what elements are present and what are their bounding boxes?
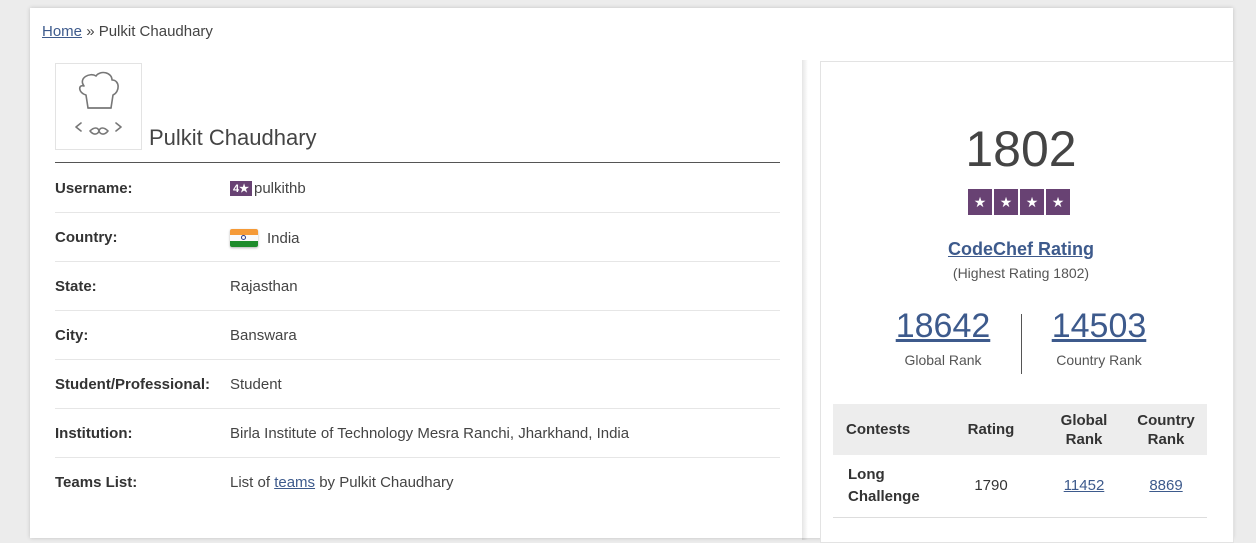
student-professional-row: Student/Professional: Student xyxy=(55,360,780,409)
username-row: Username: 4★ pulkithb xyxy=(55,164,780,213)
col-header-country-rank: Country Rank xyxy=(1125,404,1207,455)
username-value: pulkithb xyxy=(253,180,306,197)
table-row: Long Challenge 1790 11452 8869 xyxy=(833,455,1207,518)
country-value-wrap: India xyxy=(230,229,300,247)
teams-list-row: Teams List: List of teams by Pulkit Chau… xyxy=(55,458,780,506)
city-label: City: xyxy=(55,327,89,344)
contest-rating: 1790 xyxy=(939,455,1043,518)
city-row: City: Banswara xyxy=(55,311,780,360)
table-header-row: Contests Rating Global Rank Country Rank xyxy=(833,404,1207,455)
contest-ratings-table: Contests Rating Global Rank Country Rank… xyxy=(833,404,1207,518)
student-professional-value: Student xyxy=(230,376,282,393)
panel-shadow xyxy=(802,60,808,540)
star-icon: ★ xyxy=(1020,189,1044,215)
student-professional-label: Student/Professional: xyxy=(55,376,211,393)
rating-number: 1802 xyxy=(965,121,1077,177)
avatar xyxy=(55,63,142,150)
teams-list-label: Teams List: xyxy=(55,474,138,491)
col-header-rating: Rating xyxy=(939,404,1043,455)
breadcrumb-home-link[interactable]: Home xyxy=(42,23,82,40)
chef-avatar-icon xyxy=(75,71,122,135)
institution-row: Institution: Birla Institute of Technolo… xyxy=(55,409,780,458)
breadcrumb-current: Pulkit Chaudhary xyxy=(98,23,213,40)
star-rating-badge: 4★ xyxy=(230,181,252,196)
country-rank-box: 14503 Country Rank xyxy=(999,307,1199,368)
user-full-name: Pulkit Chaudhary xyxy=(149,125,317,150)
header-divider xyxy=(55,162,780,163)
contest-country-rank-link[interactable]: 8869 xyxy=(1149,477,1182,494)
contest-country-rank-cell: 8869 xyxy=(1125,455,1207,518)
india-flag-icon xyxy=(230,229,258,247)
country-label: Country: xyxy=(55,229,118,246)
col-header-contests: Contests xyxy=(833,404,939,455)
star-icon: ★ xyxy=(994,189,1018,215)
user-details-list: Username: 4★ pulkithb Country: India Stat… xyxy=(55,164,780,506)
institution-label: Institution: xyxy=(55,425,133,442)
star-icon: ★ xyxy=(968,189,992,215)
city-value: Banswara xyxy=(230,327,297,344)
rating-stars: ★ ★ ★ ★ xyxy=(968,189,1070,215)
country-rank-label: Country Rank xyxy=(1056,352,1142,368)
teams-list-value: List of teams by Pulkit Chaudhary xyxy=(230,474,453,491)
contest-name: Long Challenge xyxy=(833,455,939,518)
username-value-wrap: 4★ pulkithb xyxy=(230,180,306,197)
contest-global-rank-cell: 11452 xyxy=(1043,455,1125,518)
profile-page: Home » Pulkit Chaudhary Pulkit Chaudhary… xyxy=(30,8,1234,543)
rating-panel: 1802 ★ ★ ★ ★ CodeChef Rating (Highest Ra… xyxy=(820,61,1234,543)
breadcrumb-separator: » xyxy=(86,23,95,40)
teams-link[interactable]: teams xyxy=(274,474,315,491)
teams-suffix: by Pulkit Chaudhary xyxy=(315,474,454,491)
state-label: State: xyxy=(55,278,97,295)
state-row: State: Rajasthan xyxy=(55,262,780,311)
teams-prefix: List of xyxy=(230,474,275,491)
col-header-global-rank: Global Rank xyxy=(1043,404,1125,455)
breadcrumb: Home » Pulkit Chaudhary xyxy=(42,23,213,40)
country-row: Country: India xyxy=(55,213,780,262)
username-label: Username: xyxy=(55,180,133,197)
institution-value: Birla Institute of Technology Mesra Ranc… xyxy=(230,425,630,442)
star-icon: ★ xyxy=(1046,189,1070,215)
highest-rating: (Highest Rating 1802) xyxy=(952,265,1090,281)
codechef-rating-link[interactable]: CodeChef Rating xyxy=(821,239,1221,260)
country-rank-link[interactable]: 14503 xyxy=(999,307,1199,346)
contest-global-rank-link[interactable]: 11452 xyxy=(1064,477,1105,494)
country-value: India xyxy=(267,230,300,247)
state-value: Rajasthan xyxy=(230,278,298,295)
